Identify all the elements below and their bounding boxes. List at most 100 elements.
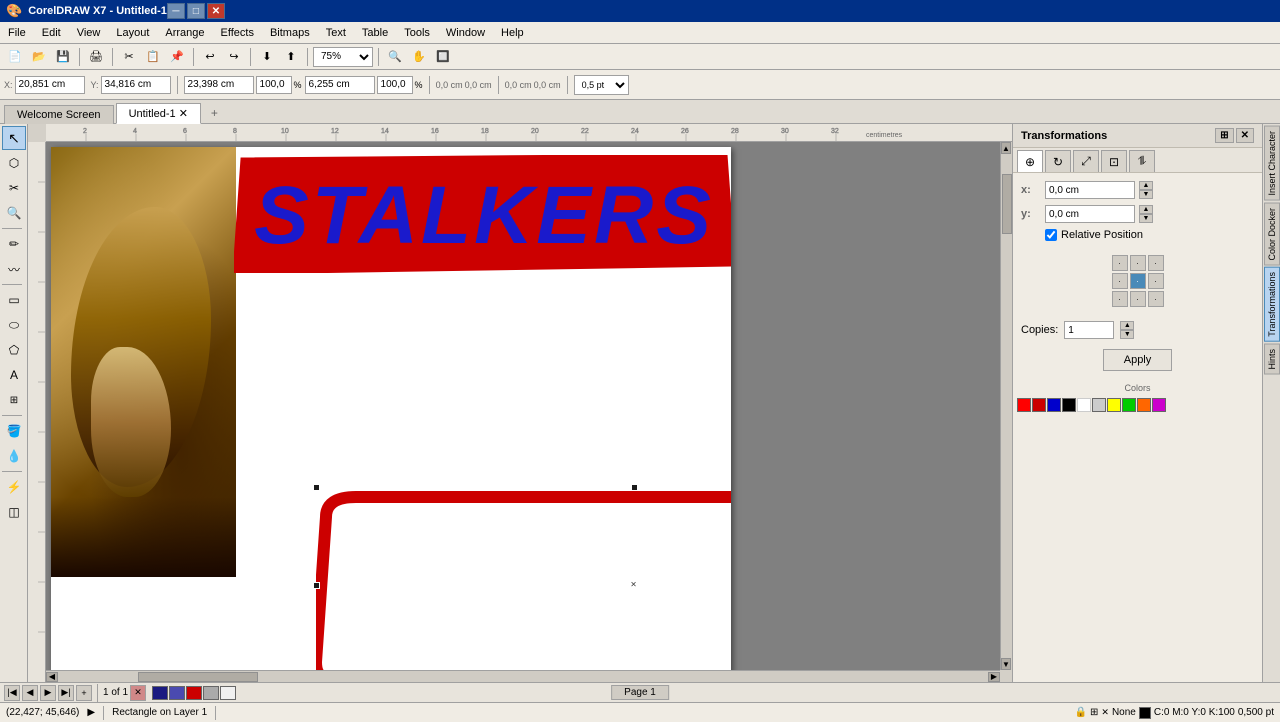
redo-button[interactable]: ↪ bbox=[223, 46, 245, 68]
minimize-button[interactable]: ─ bbox=[167, 3, 185, 19]
color-swatch-green[interactable] bbox=[1122, 398, 1136, 412]
snap-button[interactable]: 🔲 bbox=[432, 46, 454, 68]
color-swatch-orange[interactable] bbox=[1137, 398, 1151, 412]
panel-close-button[interactable]: ✕ bbox=[1236, 128, 1254, 143]
tab-hints[interactable]: Hints bbox=[1264, 344, 1280, 375]
anchor-tl[interactable]: · bbox=[1112, 255, 1128, 271]
new-button[interactable]: 📄 bbox=[4, 46, 26, 68]
page-color-2[interactable] bbox=[169, 686, 185, 700]
text-tool[interactable]: A bbox=[2, 363, 26, 387]
menu-text[interactable]: Text bbox=[318, 22, 354, 43]
canvas-area[interactable]: STALKERS bbox=[46, 142, 1000, 670]
trans-tab-skew[interactable]: ⥮ bbox=[1129, 150, 1155, 172]
page-last-button[interactable]: ▶| bbox=[58, 685, 74, 701]
height-input[interactable] bbox=[305, 76, 375, 94]
tab-untitled1[interactable]: Untitled-1 ✕ bbox=[116, 103, 201, 124]
x-spin-up[interactable]: ▲ bbox=[1139, 181, 1153, 190]
zoom-in-button[interactable]: 🔍 bbox=[384, 46, 406, 68]
page-delete-button[interactable]: ✕ bbox=[130, 685, 146, 701]
import-button[interactable]: ⬇ bbox=[256, 46, 278, 68]
page-next-button[interactable]: ▶ bbox=[40, 685, 56, 701]
scroll-up-button[interactable]: ▲ bbox=[1001, 142, 1011, 154]
page-prev-button[interactable]: ◀ bbox=[22, 685, 38, 701]
menu-help[interactable]: Help bbox=[493, 22, 532, 43]
anchor-bl[interactable]: · bbox=[1112, 291, 1128, 307]
trans-tab-size[interactable]: ⊡ bbox=[1101, 150, 1127, 172]
x-spin-down[interactable]: ▼ bbox=[1139, 190, 1153, 199]
anchor-bc[interactable]: · bbox=[1130, 291, 1146, 307]
color-swatch-white[interactable] bbox=[1077, 398, 1091, 412]
tab-transformations[interactable]: Transformations bbox=[1264, 267, 1280, 342]
color-swatch-black[interactable] bbox=[1062, 398, 1076, 412]
polygon-tool[interactable]: ⬠ bbox=[2, 338, 26, 362]
interactive-tool[interactable]: ⚡ bbox=[2, 475, 26, 499]
page-color-5[interactable] bbox=[220, 686, 236, 700]
y-input[interactable] bbox=[101, 76, 171, 94]
open-button[interactable]: 📂 bbox=[28, 46, 50, 68]
hscroll-thumb[interactable] bbox=[138, 672, 258, 682]
table-tool[interactable]: ⊞ bbox=[2, 388, 26, 412]
menu-effects[interactable]: Effects bbox=[213, 22, 262, 43]
undo-button[interactable]: ↩ bbox=[199, 46, 221, 68]
menu-arrange[interactable]: Arrange bbox=[157, 22, 212, 43]
fill-tool[interactable]: 🪣 bbox=[2, 419, 26, 443]
menu-tools[interactable]: Tools bbox=[396, 22, 438, 43]
trans-tab-rotate[interactable]: ↻ bbox=[1045, 150, 1071, 172]
print-button[interactable]: 🖨 bbox=[85, 46, 107, 68]
ellipse-tool[interactable]: ⬭ bbox=[2, 313, 26, 337]
copy-button[interactable]: 📋 bbox=[142, 46, 164, 68]
menu-file[interactable]: File bbox=[0, 22, 34, 43]
maximize-button[interactable]: □ bbox=[187, 3, 205, 19]
menu-view[interactable]: View bbox=[69, 22, 109, 43]
tab-insert-character[interactable]: Insert Character bbox=[1264, 126, 1280, 201]
color-swatch-blue[interactable] bbox=[1047, 398, 1061, 412]
trans-tab-scale[interactable]: ⤢ bbox=[1073, 150, 1099, 172]
scroll-right-button[interactable]: ▶ bbox=[988, 672, 1000, 682]
horizontal-scrollbar[interactable]: ◀ ▶ bbox=[46, 670, 1000, 682]
page-color-4[interactable] bbox=[203, 686, 219, 700]
rect-tool[interactable]: ▭ bbox=[2, 288, 26, 312]
crop-tool[interactable]: ✂ bbox=[2, 176, 26, 200]
close-button[interactable]: ✕ bbox=[207, 3, 225, 19]
anchor-mc[interactable]: · bbox=[1130, 273, 1146, 289]
page-add-button[interactable]: + bbox=[76, 685, 92, 701]
position-expand[interactable]: ▶ bbox=[87, 707, 95, 718]
copies-spin-down[interactable]: ▼ bbox=[1120, 330, 1134, 339]
page-first-button[interactable]: |◀ bbox=[4, 685, 20, 701]
color-swatch-yellow[interactable] bbox=[1107, 398, 1121, 412]
trans-tab-position[interactable]: ⊕ bbox=[1017, 150, 1043, 172]
y-spin-up[interactable]: ▲ bbox=[1139, 205, 1153, 214]
pan-button[interactable]: ✋ bbox=[408, 46, 430, 68]
scroll-down-button[interactable]: ▼ bbox=[1001, 658, 1011, 670]
anchor-tc[interactable]: · bbox=[1130, 255, 1146, 271]
anchor-ml[interactable]: · bbox=[1112, 273, 1128, 289]
page-color-1[interactable] bbox=[152, 686, 168, 700]
smart-draw-tool[interactable]: 〰 bbox=[2, 257, 26, 281]
freehand-tool[interactable]: ✏ bbox=[2, 232, 26, 256]
tab-color-docker[interactable]: Color Docker bbox=[1264, 203, 1280, 266]
menu-bitmaps[interactable]: Bitmaps bbox=[262, 22, 318, 43]
zoom-tool[interactable]: 🔍 bbox=[2, 201, 26, 225]
anchor-tr[interactable]: · bbox=[1148, 255, 1164, 271]
apply-button[interactable]: Apply bbox=[1103, 349, 1173, 371]
menu-window[interactable]: Window bbox=[438, 22, 493, 43]
color-swatch-darkred[interactable] bbox=[1032, 398, 1046, 412]
x-input[interactable] bbox=[15, 76, 85, 94]
menu-table[interactable]: Table bbox=[354, 22, 396, 43]
width-input[interactable] bbox=[184, 76, 254, 94]
vscroll-thumb[interactable] bbox=[1002, 174, 1012, 234]
shape-tool[interactable]: ⬡ bbox=[2, 151, 26, 175]
anchor-br[interactable]: · bbox=[1148, 291, 1164, 307]
color-swatch-purple[interactable] bbox=[1152, 398, 1166, 412]
export-button[interactable]: ⬆ bbox=[280, 46, 302, 68]
zoom-select[interactable]: 75% 100% 150% bbox=[313, 47, 373, 67]
select-tool[interactable]: ↖ bbox=[2, 126, 26, 150]
tab-add-button[interactable]: + bbox=[203, 103, 226, 123]
page-color-3[interactable] bbox=[186, 686, 202, 700]
color-swatch-red[interactable] bbox=[1017, 398, 1031, 412]
x-field-input[interactable] bbox=[1045, 181, 1135, 199]
copies-spin-up[interactable]: ▲ bbox=[1120, 321, 1134, 330]
relative-position-checkbox[interactable] bbox=[1045, 229, 1057, 241]
page-tab[interactable]: Page 1 bbox=[611, 687, 669, 698]
menu-edit[interactable]: Edit bbox=[34, 22, 69, 43]
